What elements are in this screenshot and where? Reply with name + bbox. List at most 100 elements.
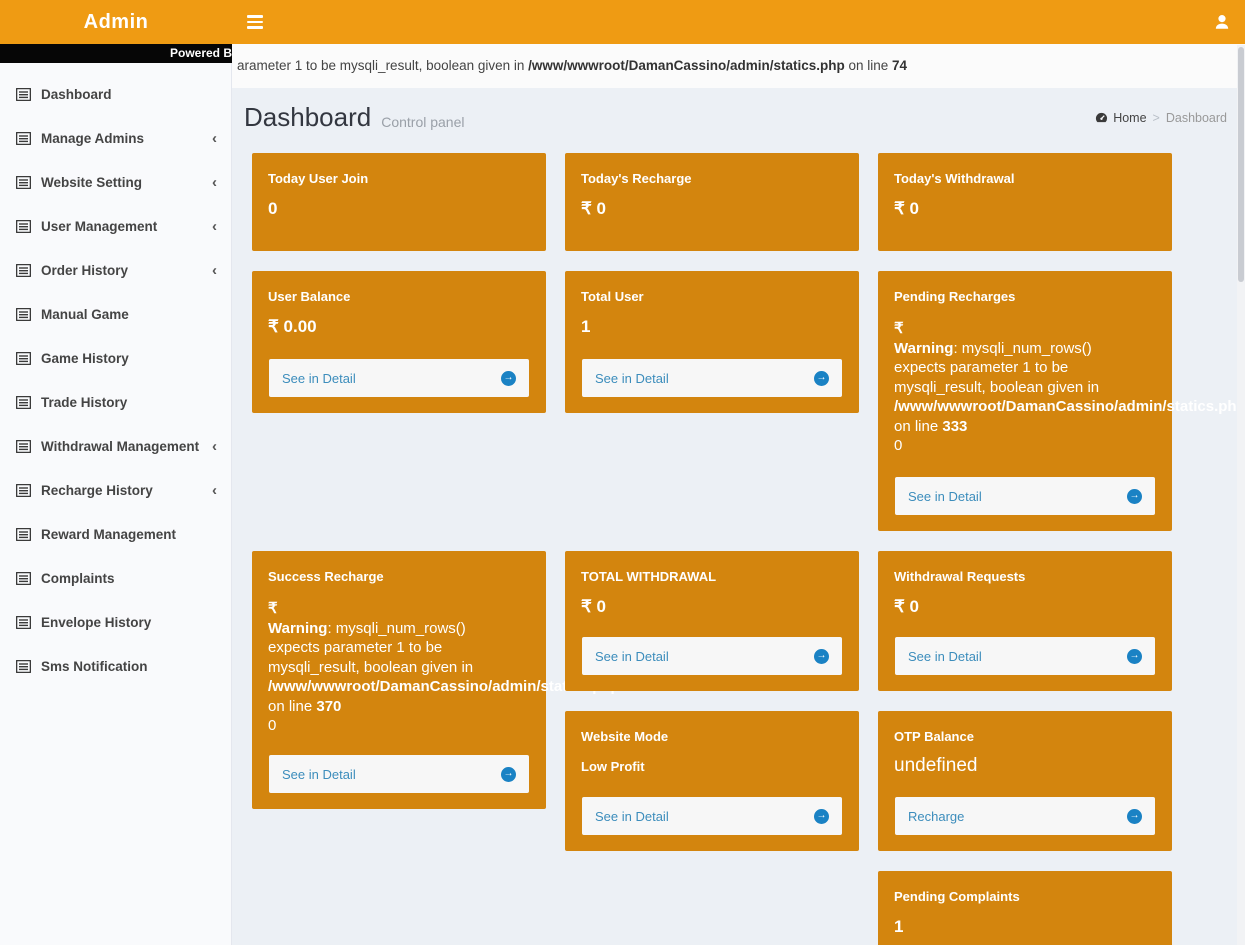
sidebar: Dashboard Manage Admins Website Setting …	[0, 63, 232, 945]
card-value: 1	[894, 917, 1156, 937]
page-subtitle: Control panel	[381, 106, 464, 130]
card-title: Success Recharge	[268, 569, 530, 584]
chevron-left-icon	[212, 131, 217, 146]
warning-text: on line	[845, 58, 892, 73]
arrow-circle-right-icon	[814, 649, 829, 664]
scrollbar-thumb[interactable]	[1238, 47, 1244, 282]
arrow-circle-right-icon	[1127, 489, 1142, 504]
app-logo[interactable]: Admin	[0, 11, 232, 34]
list-icon	[16, 440, 31, 453]
list-icon	[16, 528, 31, 541]
card-todays-recharge: Today's Recharge ₹ 0	[565, 153, 859, 251]
card-pending-complaints: Pending Complaints 1	[878, 871, 1172, 945]
sidebar-item-complaints[interactable]: Complaints	[0, 556, 231, 600]
sidebar-item-manual-game[interactable]: Manual Game	[0, 292, 231, 336]
card-user-balance: User Balance ₹ 0.00 See in Detail	[252, 271, 546, 413]
sidebar-toggle-button[interactable]	[232, 0, 278, 44]
button-label: See in Detail	[595, 371, 669, 386]
sidebar-item-reward-management[interactable]: Reward Management	[0, 512, 231, 556]
list-icon	[16, 484, 31, 497]
list-icon	[16, 396, 31, 409]
sidebar-item-label: Manual Game	[41, 307, 129, 322]
card-success-recharge: Success Recharge ₹ Warning: mysqli_num_r…	[252, 551, 546, 809]
php-warning-banner: arameter 1 to be mysqli_result, boolean …	[232, 44, 1245, 88]
see-in-detail-button[interactable]: See in Detail	[582, 797, 842, 835]
button-label: Recharge	[908, 809, 964, 824]
sidebar-item-website-setting[interactable]: Website Setting	[0, 160, 231, 204]
button-label: See in Detail	[282, 371, 356, 386]
chevron-left-icon	[212, 175, 217, 190]
arrow-circle-right-icon	[501, 767, 516, 782]
button-label: See in Detail	[595, 649, 669, 664]
card-value: ₹ 0	[894, 597, 1156, 617]
card-title: Website Mode	[581, 729, 843, 744]
sidebar-item-sms-notification[interactable]: Sms Notification	[0, 644, 231, 688]
card-title: OTP Balance	[894, 729, 1156, 744]
sidebar-item-label: Dashboard	[41, 87, 112, 102]
powered-by-bar: Powered By	[0, 44, 232, 63]
sidebar-item-envelope-history[interactable]: Envelope History	[0, 600, 231, 644]
breadcrumb-home-label: Home	[1113, 111, 1146, 125]
card-title: Pending Complaints	[894, 889, 1156, 904]
sidebar-item-manage-admins[interactable]: Manage Admins	[0, 116, 231, 160]
see-in-detail-button[interactable]: See in Detail	[895, 477, 1155, 515]
sidebar-item-user-management[interactable]: User Management	[0, 204, 231, 248]
see-in-detail-button[interactable]: See in Detail	[582, 637, 842, 675]
warning-text: arameter 1 to be mysqli_result, boolean …	[237, 58, 528, 73]
card-value: ₹ 0	[581, 199, 843, 219]
card-value: undefined	[894, 755, 1156, 777]
top-navbar: Admin	[0, 0, 1245, 44]
list-icon	[16, 220, 31, 233]
arrow-circle-right-icon	[814, 809, 829, 824]
hamburger-icon	[247, 15, 263, 29]
button-label: See in Detail	[282, 767, 356, 782]
card-value: Low Profit	[581, 759, 843, 774]
breadcrumb-current: Dashboard	[1166, 111, 1227, 125]
list-icon	[16, 176, 31, 189]
content-area: arameter 1 to be mysqli_result, boolean …	[232, 44, 1245, 945]
arrow-circle-right-icon	[1127, 649, 1142, 664]
breadcrumb-separator: >	[1153, 111, 1160, 125]
sidebar-item-label: Trade History	[41, 395, 127, 410]
card-title: Total User	[581, 289, 843, 304]
see-in-detail-button[interactable]: See in Detail	[269, 359, 529, 397]
list-icon	[16, 88, 31, 101]
see-in-detail-button[interactable]: See in Detail	[269, 755, 529, 793]
sidebar-item-label: Envelope History	[41, 615, 151, 630]
warning-line-number: 74	[892, 58, 907, 73]
sidebar-item-game-history[interactable]: Game History	[0, 336, 231, 380]
arrow-circle-right-icon	[814, 371, 829, 386]
see-in-detail-button[interactable]: See in Detail	[895, 637, 1155, 675]
sidebar-item-label: User Management	[41, 219, 157, 234]
card-withdrawal-requests: Withdrawal Requests ₹ 0 See in Detail	[878, 551, 1172, 691]
list-icon	[16, 308, 31, 321]
card-value: ₹ 0.00	[268, 317, 530, 337]
card-website-mode: Website Mode Low Profit See in Detail	[565, 711, 859, 851]
sidebar-item-label: Manage Admins	[41, 131, 144, 146]
card-value: ₹ 0	[581, 597, 843, 617]
sidebar-item-recharge-history[interactable]: Recharge History	[0, 468, 231, 512]
breadcrumb-home-link[interactable]: Home	[1095, 111, 1146, 125]
arrow-circle-right-icon	[501, 371, 516, 386]
stats-grid: Today User Join 0 Today's Recharge ₹ 0 T…	[232, 143, 1245, 945]
list-icon	[16, 616, 31, 629]
dashboard-icon	[1095, 111, 1108, 124]
user-icon[interactable]	[1213, 13, 1231, 31]
button-label: See in Detail	[908, 489, 982, 504]
sidebar-item-withdrawal-management[interactable]: Withdrawal Management	[0, 424, 231, 468]
arrow-circle-right-icon	[1127, 809, 1142, 824]
list-icon	[16, 572, 31, 585]
recharge-button[interactable]: Recharge	[895, 797, 1155, 835]
list-icon	[16, 132, 31, 145]
sidebar-item-dashboard[interactable]: Dashboard	[0, 72, 231, 116]
see-in-detail-button[interactable]: See in Detail	[582, 359, 842, 397]
card-todays-withdrawal: Today's Withdrawal ₹ 0	[878, 153, 1172, 251]
sidebar-item-trade-history[interactable]: Trade History	[0, 380, 231, 424]
card-title: Today's Withdrawal	[894, 171, 1156, 186]
card-title: TOTAL WITHDRAWAL	[581, 569, 843, 584]
vertical-scrollbar	[1237, 45, 1245, 945]
sidebar-item-order-history[interactable]: Order History	[0, 248, 231, 292]
breadcrumb: Home > Dashboard	[1095, 111, 1227, 125]
card-title: Today's Recharge	[581, 171, 843, 186]
sidebar-item-label: Complaints	[41, 571, 115, 586]
